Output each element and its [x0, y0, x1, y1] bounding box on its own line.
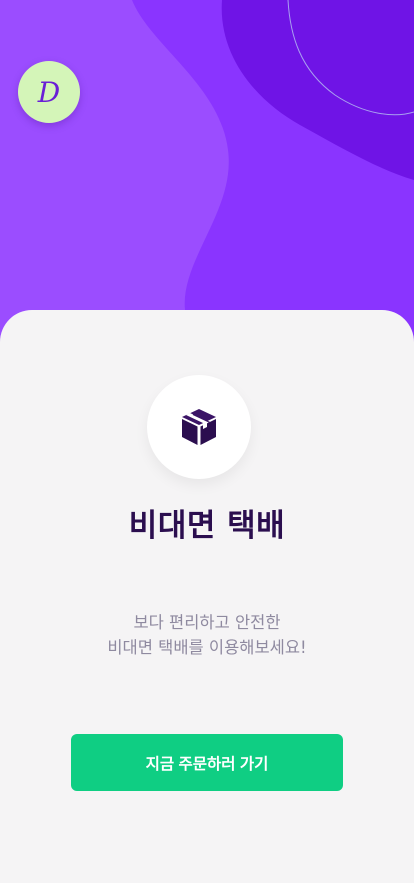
page-title: 비대면 택배: [128, 508, 286, 544]
content-card: 비대면 택배 보다 편리하고 안전한 비대면 택배를 이용해보세요! 지금 주문…: [0, 310, 414, 883]
description: 보다 편리하고 안전한 비대면 택배를 이용해보세요!: [0, 610, 414, 660]
logo-letter: D: [37, 75, 61, 109]
hero-waves: [0, 0, 414, 360]
package-box-icon: [182, 409, 216, 445]
hero-background: [0, 0, 414, 360]
description-line-1: 보다 편리하고 안전한: [133, 613, 281, 632]
icon-circle: [147, 375, 251, 479]
order-now-button[interactable]: 지금 주문하러 가기: [71, 734, 343, 791]
description-line-2: 비대면 택배를 이용해보세요!: [107, 638, 307, 657]
logo-badge[interactable]: D: [18, 61, 80, 123]
